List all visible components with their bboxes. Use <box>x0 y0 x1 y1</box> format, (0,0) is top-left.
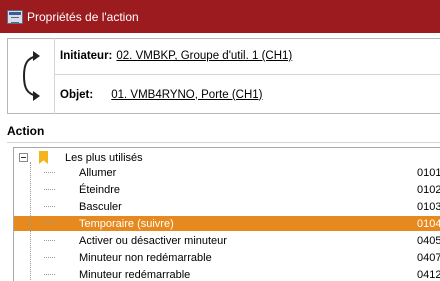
initiator-label: Initiateur: <box>60 50 113 62</box>
tree-item[interactable]: Basculer 0103 <box>14 199 440 214</box>
tree-branch-line <box>44 240 55 241</box>
collapse-icon[interactable] <box>19 153 28 162</box>
object-link[interactable]: 01. VMB4RYNO, Porte (CH1) <box>111 89 262 101</box>
tree-branch-line <box>44 257 55 258</box>
bookmark-icon <box>39 151 48 164</box>
tree-item[interactable]: Minuteur redémarrable 0412 <box>14 267 440 281</box>
tree-branch-line <box>44 172 55 173</box>
tree-branch-line <box>44 223 55 224</box>
tree-branch-line <box>44 206 55 207</box>
window-title: Propriétés de l'action <box>27 9 139 24</box>
tree-item-label: Activer ou désactiver minuteur <box>79 234 227 247</box>
tree-guide-line <box>30 162 31 281</box>
tree-item-label: Allumer <box>79 166 117 179</box>
tree-item-label: Éteindre <box>79 183 120 196</box>
tree-item-code: 0405 <box>417 234 440 247</box>
tree-branch-line <box>44 274 55 275</box>
section-divider <box>7 142 440 143</box>
initiator-row: Initiateur: 02. VMBKP, Groupe d'util. 1 … <box>55 38 440 75</box>
tree-item-label: Temporaire (suivre) <box>79 217 174 230</box>
object-label: Objet: <box>60 88 94 101</box>
swap-arrows-icon <box>22 51 40 101</box>
tree-group-label: Les plus utilisés <box>65 151 143 164</box>
app-window-icon <box>7 9 23 24</box>
action-tree[interactable]: Les plus utilisés Allumer 0101 Éteindre … <box>13 147 440 281</box>
tree-item[interactable]: Allumer 0101 <box>14 165 440 180</box>
tree-branch-line <box>44 189 55 190</box>
tree-item-code: 0104 <box>417 217 440 230</box>
tree-item-code: 0101 <box>417 166 440 179</box>
tree-item-code: 0412 <box>417 268 440 281</box>
tree-item-code: 0407 <box>417 251 440 264</box>
tree-item-code: 0103 <box>417 200 440 213</box>
action-section-title: Action <box>7 124 45 138</box>
tree-item-selected[interactable]: Temporaire (suivre) 0104 <box>14 216 440 231</box>
tree-item[interactable]: Éteindre 0102 <box>14 182 440 197</box>
tree-item-label: Minuteur redémarrable <box>79 268 191 281</box>
window-titlebar: Propriétés de l'action <box>0 0 440 33</box>
initiator-link[interactable]: 02. VMBKP, Groupe d'util. 1 (CH1) <box>116 50 292 62</box>
tree-item[interactable]: Minuteur non redémarrable 0407 <box>14 250 440 265</box>
tree-item-label: Basculer <box>79 200 122 213</box>
tree-group-most-used[interactable]: Les plus utilisés <box>14 150 440 165</box>
tree-item[interactable]: Activer ou désactiver minuteur 0405 <box>14 233 440 248</box>
tree-item-label: Minuteur non redémarrable <box>79 251 212 264</box>
swap-direction-button[interactable] <box>7 38 55 114</box>
tree-item-code: 0102 <box>417 183 440 196</box>
object-row: Objet: 01. VMB4RYNO, Porte (CH1) <box>55 76 440 113</box>
